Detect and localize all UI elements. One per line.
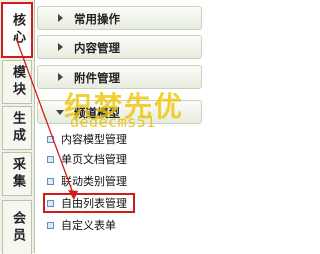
menu-panel: 常用操作 内容管理 附件管理 频道模型 内容模型管理 单页文档管理 联动类别管理…	[37, 0, 207, 253]
side-tab-label: 模块	[10, 65, 25, 99]
side-tab-bar: 核心 模块 生成 采集 会员	[0, 0, 35, 254]
side-tab-label: 会员	[10, 210, 25, 245]
chevron-right-icon	[58, 14, 63, 22]
bullet-icon	[47, 155, 54, 163]
menu-item-label: 自定义表单	[61, 219, 116, 232]
menu-item-label: 单页文档管理	[61, 153, 127, 166]
bullet-icon	[47, 135, 54, 143]
menu-item-single-page[interactable]: 单页文档管理	[47, 151, 127, 167]
menu-group-label: 常用操作	[74, 12, 120, 26]
side-tab-member[interactable]: 会员	[2, 200, 32, 254]
menu-group-label: 内容管理	[74, 41, 120, 55]
menu-item-label: 联动类别管理	[61, 175, 127, 188]
side-tab-label: 核心	[10, 13, 25, 47]
chevron-right-icon	[58, 73, 63, 81]
bullet-icon	[47, 177, 54, 185]
side-tab-module[interactable]: 模块	[2, 60, 32, 104]
menu-group-common[interactable]: 常用操作	[37, 6, 202, 30]
menu-item-label: 自由列表管理	[61, 197, 127, 210]
bullet-icon	[47, 199, 54, 207]
side-tab-core[interactable]: 核心	[1, 2, 33, 58]
menu-group-attachment[interactable]: 附件管理	[37, 65, 202, 89]
bullet-icon	[47, 221, 54, 229]
side-tab-label: 采集	[10, 157, 25, 191]
side-tab-label: 生成	[10, 111, 25, 145]
menu-group-content[interactable]: 内容管理	[37, 35, 202, 59]
menu-item-free-list[interactable]: 自由列表管理	[43, 193, 135, 213]
menu-item-label: 内容模型管理	[61, 133, 127, 146]
side-tab-collect[interactable]: 采集	[2, 152, 32, 196]
menu-item-custom-form[interactable]: 自定义表单	[47, 217, 116, 233]
menu-group-label: 附件管理	[74, 71, 120, 85]
side-tab-generate[interactable]: 生成	[2, 106, 32, 150]
menu-group-label: 频道模型	[74, 106, 120, 120]
chevron-down-icon	[56, 110, 64, 115]
chevron-right-icon	[58, 43, 63, 51]
menu-item-content-model[interactable]: 内容模型管理	[47, 131, 127, 147]
menu-item-linkage-category[interactable]: 联动类别管理	[47, 173, 127, 189]
menu-group-channel-model[interactable]: 频道模型	[37, 100, 202, 124]
